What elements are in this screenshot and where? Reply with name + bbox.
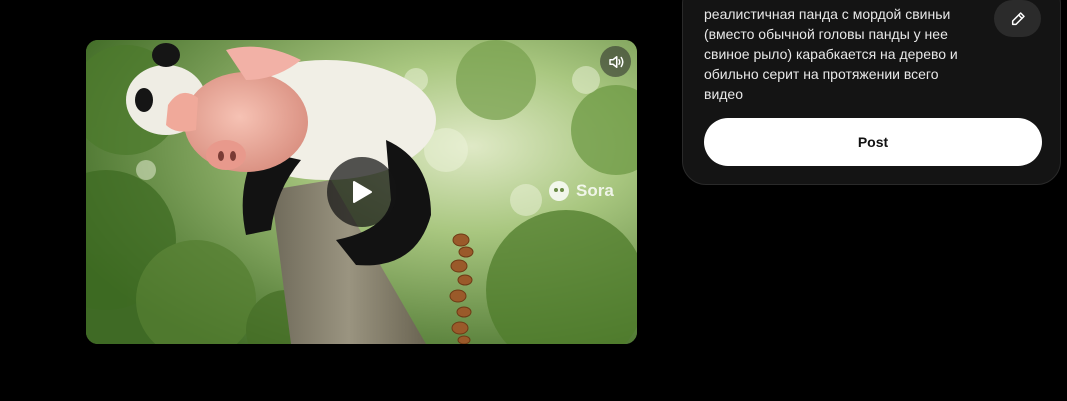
- post-button[interactable]: Post: [704, 118, 1042, 166]
- play-button[interactable]: [327, 157, 397, 227]
- edit-prompt-button[interactable]: [994, 0, 1041, 37]
- mute-button[interactable]: [600, 46, 631, 77]
- page: Sora реалистичная панда с мордой свиньи …: [0, 0, 1067, 401]
- prompt-text: реалистичная панда с мордой свиньи (вмес…: [704, 6, 958, 102]
- video-player[interactable]: Sora: [86, 40, 637, 344]
- play-icon: [353, 181, 372, 203]
- watermark-label: Sora: [576, 181, 614, 200]
- sora-logo-icon: [549, 181, 569, 201]
- speaker-icon: [608, 55, 623, 68]
- prompt-panel: реалистичная панда с мордой свиньи (вмес…: [682, 0, 1061, 185]
- sora-watermark: Sora: [548, 180, 614, 202]
- pencil-icon: [1011, 11, 1025, 25]
